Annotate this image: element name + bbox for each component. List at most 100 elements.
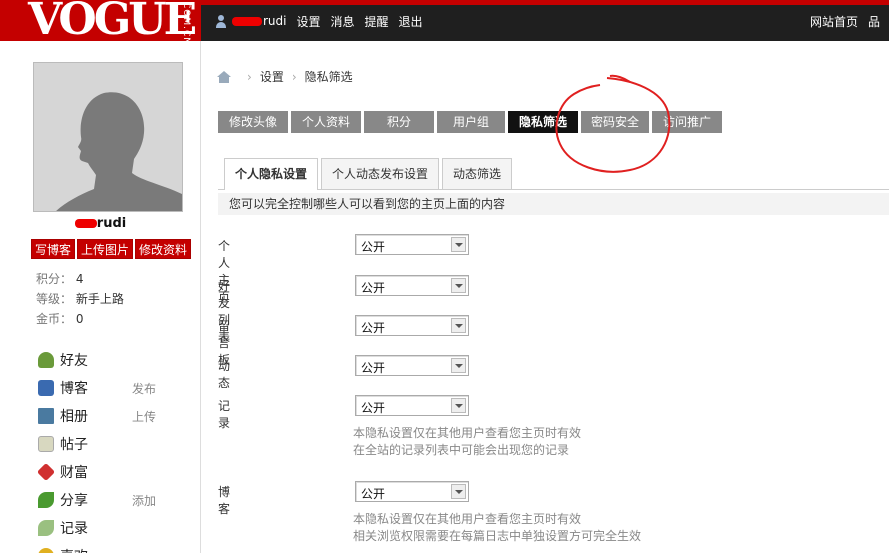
breadcrumb-current: 隐私筛选 bbox=[304, 70, 353, 84]
tab-activity-filter[interactable]: 动态筛选 bbox=[442, 158, 513, 189]
nav-reminders-link[interactable]: 提醒 bbox=[365, 13, 389, 30]
breadcrumb: › 设置 › 隐私筛选 bbox=[217, 68, 353, 85]
share-add-link[interactable]: 添加 bbox=[132, 492, 156, 509]
chevron-down-icon bbox=[451, 358, 466, 373]
like-icon bbox=[38, 548, 54, 553]
sidebar-item-album[interactable]: 相册 上传 bbox=[38, 402, 188, 430]
field-label: 动态 bbox=[218, 359, 231, 390]
avatar[interactable] bbox=[33, 62, 183, 212]
tab-points[interactable]: 积分 bbox=[364, 111, 434, 133]
blog-privacy-select[interactable]: 公开 bbox=[355, 481, 469, 502]
activity-privacy-select[interactable]: 公开 bbox=[355, 355, 469, 376]
sidebar-item-wealth[interactable]: 财富 bbox=[36, 458, 188, 486]
tab-personal-privacy[interactable]: 个人隐私设置 bbox=[224, 158, 319, 190]
tab-profile[interactable]: 个人资料 bbox=[291, 111, 361, 133]
chevron-down-icon bbox=[451, 237, 466, 252]
select-value: 公开 bbox=[361, 321, 386, 335]
stat-level: 等级： 新手上路 bbox=[36, 289, 124, 309]
stat-label: 积分： bbox=[36, 272, 73, 286]
nav-settings-link[interactable]: 设置 bbox=[297, 13, 321, 30]
redaction-mark bbox=[74, 219, 97, 228]
breadcrumb-separator: › bbox=[291, 69, 297, 84]
field-label: 记录 bbox=[218, 399, 231, 430]
wealth-icon bbox=[36, 462, 56, 482]
sidebar: rudi 写博客 上传图片 修改资料 积分： 4 等级： 新手上路 金币： 0 … bbox=[0, 41, 201, 553]
nav-logout-link[interactable]: 退出 bbox=[399, 13, 423, 30]
sidebar-item-blog[interactable]: 博客 发布 bbox=[38, 374, 188, 402]
tab-visit-promotion[interactable]: 访问推广 bbox=[652, 111, 722, 133]
friends-privacy-select[interactable]: 公开 bbox=[355, 275, 469, 296]
blog-hint-line-1: 本隐私设置仅在其他用户查看您主页时有效 bbox=[353, 512, 582, 526]
records-privacy-select[interactable]: 公开 bbox=[355, 395, 469, 416]
tab-change-avatar[interactable]: 修改头像 bbox=[218, 111, 288, 133]
select-value: 公开 bbox=[361, 401, 386, 415]
breadcrumb-separator: › bbox=[247, 69, 252, 84]
user-icon bbox=[214, 14, 228, 28]
site-home-link[interactable]: 网站首页 bbox=[810, 13, 858, 30]
chevron-down-icon bbox=[451, 484, 466, 499]
stat-label: 等级： bbox=[36, 292, 73, 306]
album-upload-link[interactable]: 上传 bbox=[132, 408, 156, 425]
top-nav: rudi 设置 消息 提醒 退出 bbox=[214, 11, 433, 31]
sidebar-item-share[interactable]: 分享 添加 bbox=[38, 486, 188, 514]
stat-label: 金币： bbox=[36, 312, 73, 326]
tab-activity-publish[interactable]: 个人动态发布设置 bbox=[321, 158, 440, 189]
default-avatar-silhouette bbox=[56, 92, 182, 211]
sidebar-item-records[interactable]: 记录 bbox=[38, 514, 188, 542]
tab-user-group[interactable]: 用户组 bbox=[437, 111, 505, 133]
sidebar-item-likes[interactable]: 喜欢 bbox=[38, 542, 188, 553]
stat-value: 0 bbox=[75, 312, 84, 326]
chevron-down-icon bbox=[451, 318, 466, 333]
blog-icon bbox=[38, 380, 54, 396]
redaction-mark bbox=[232, 17, 262, 26]
sidebar-item-label: 喜欢 bbox=[60, 546, 88, 553]
records-hint-line-1: 本隐私设置仅在其他用户查看您主页时有效 bbox=[353, 426, 582, 440]
settings-tabs: 修改头像 个人资料 积分 用户组 隐私筛选 密码安全 访问推广 bbox=[218, 111, 725, 133]
stat-value: 4 bbox=[75, 272, 84, 286]
site-logo[interactable]: VOGUE COM.CN bbox=[0, 0, 201, 41]
sidebar-item-posts[interactable]: 帖子 bbox=[38, 430, 188, 458]
chevron-down-icon bbox=[451, 398, 466, 413]
tab-password-security[interactable]: 密码安全 bbox=[581, 111, 649, 133]
blog-hint-line-2: 相关浏览权限需要在每篇日志中单独设置方可完全生效 bbox=[353, 529, 642, 543]
upload-photo-button[interactable]: 上传图片 bbox=[77, 239, 134, 259]
breadcrumb-settings[interactable]: 设置 bbox=[260, 68, 284, 85]
privacy-subtabs: 个人隐私设置 个人动态发布设置 动态筛选 bbox=[224, 158, 515, 190]
edit-profile-button[interactable]: 修改资料 bbox=[135, 239, 192, 259]
sidebar-action-buttons: 写博客 上传图片 修改资料 bbox=[31, 239, 193, 259]
blog-publish-link[interactable]: 发布 bbox=[132, 380, 156, 397]
guestbook-privacy-select[interactable]: 公开 bbox=[355, 315, 469, 336]
user-stats: 积分： 4 等级： 新手上路 金币： 0 bbox=[36, 269, 124, 329]
select-value: 公开 bbox=[361, 240, 386, 254]
sidebar-item-friends[interactable]: 好友 bbox=[38, 346, 188, 374]
record-icon bbox=[38, 520, 54, 536]
album-icon bbox=[38, 408, 54, 424]
homepage-privacy-select[interactable]: 公开 bbox=[355, 234, 469, 255]
stat-points: 积分： 4 bbox=[36, 269, 124, 289]
select-value: 公开 bbox=[361, 361, 386, 375]
sidebar-item-label: 好友 bbox=[60, 353, 88, 369]
sidebar-item-label: 相册 bbox=[60, 409, 88, 425]
top-right-nav: 网站首页 品 bbox=[810, 13, 889, 30]
field-label: 博客 bbox=[218, 485, 231, 516]
sidebar-username: rudi bbox=[0, 216, 201, 231]
privacy-notice: 您可以完全控制哪些人可以看到您的主页上面的内容 bbox=[218, 193, 889, 215]
sidebar-item-label: 博客 bbox=[60, 381, 88, 397]
stat-coins: 金币： 0 bbox=[36, 309, 124, 329]
chevron-down-icon bbox=[451, 278, 466, 293]
top-username-text: rudi bbox=[263, 14, 287, 28]
records-hint-line-2: 在全站的记录列表中可能会出现您的记录 bbox=[353, 443, 570, 457]
nav-messages-link[interactable]: 消息 bbox=[331, 13, 355, 30]
logo-text: VOGUE bbox=[28, 0, 197, 41]
post-icon bbox=[38, 436, 54, 452]
sidebar-item-label: 财富 bbox=[60, 465, 88, 481]
select-value: 公开 bbox=[361, 487, 386, 501]
top-username[interactable]: rudi bbox=[232, 14, 287, 28]
sidebar-item-label: 记录 bbox=[60, 521, 88, 537]
sidebar-item-label: 分享 bbox=[60, 493, 88, 509]
write-blog-button[interactable]: 写博客 bbox=[31, 239, 76, 259]
tab-privacy-filter[interactable]: 隐私筛选 bbox=[508, 111, 578, 133]
home-icon[interactable] bbox=[217, 70, 231, 83]
friends-icon bbox=[38, 352, 54, 368]
brand-link[interactable]: 品 bbox=[868, 13, 880, 30]
